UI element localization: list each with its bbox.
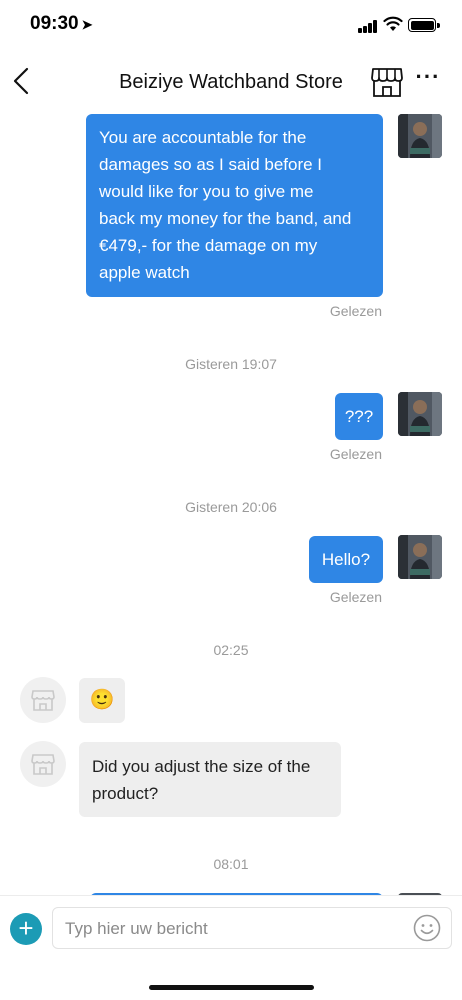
- read-status: Gelezen: [329, 446, 382, 462]
- store-icon[interactable]: [370, 66, 404, 98]
- message-line: You are accountable for the: [99, 128, 307, 147]
- store-icon: [31, 690, 55, 711]
- avatar-photo: [398, 392, 442, 436]
- add-attachment-button[interactable]: +: [10, 913, 42, 945]
- message-line: apple watch: [99, 263, 190, 282]
- message-input[interactable]: Typ hier uw bericht: [52, 907, 452, 949]
- location-arrow-icon: ➤: [81, 17, 93, 32]
- message-line: damages so as I said before I: [99, 155, 323, 174]
- message-line: product?: [92, 784, 159, 803]
- message-input-bar: + Typ hier uw bericht: [0, 895, 462, 957]
- timestamp-separator: 02:25: [213, 642, 249, 658]
- message-bubble-store[interactable]: Did you adjust the size of the product?: [79, 742, 341, 817]
- avatar[interactable]: [398, 114, 442, 158]
- store-avatar[interactable]: [20, 677, 66, 723]
- store-avatar[interactable]: [20, 741, 66, 787]
- timestamp-separator: 08:01: [213, 856, 249, 872]
- timestamp-separator: Gisteren 19:07: [185, 356, 277, 372]
- message-bubble-self[interactable]: ???: [335, 393, 383, 440]
- message-bubble-self[interactable]: You are accountable for the damages so a…: [86, 114, 383, 297]
- status-time: 09:30 ➤: [30, 13, 93, 34]
- message-input-placeholder: Typ hier uw bericht: [65, 919, 208, 938]
- message-line: Did you adjust the size of the: [92, 757, 311, 776]
- avatar[interactable]: [398, 535, 442, 579]
- battery-icon: [408, 18, 440, 32]
- timestamp-separator: Gisteren 20:06: [185, 499, 277, 515]
- message-bubble-store[interactable]: 🙂: [79, 678, 125, 723]
- home-indicator: [149, 985, 314, 990]
- message-line: would like for you to give me: [99, 182, 314, 201]
- avatar-photo: [398, 535, 442, 579]
- more-icon[interactable]: ···: [414, 66, 442, 92]
- smiley-icon[interactable]: [413, 914, 441, 942]
- status-bar: 09:30 ➤: [0, 0, 462, 50]
- store-icon: [31, 754, 55, 775]
- message-text: ???: [344, 407, 374, 426]
- wifi-icon: [383, 16, 403, 31]
- emoji: 🙂: [89, 689, 115, 711]
- message-text: Hello?: [321, 550, 371, 569]
- nav-bar: Beiziye Watchband Store ···: [0, 54, 462, 110]
- read-status: Gelezen: [329, 589, 382, 605]
- read-status: Gelezen: [329, 303, 382, 319]
- message-line: back my money for the band, and: [99, 209, 352, 228]
- message-line: €479,- for the damage on my: [99, 236, 318, 255]
- cellular-signal-icon: [358, 20, 378, 33]
- avatar-photo: [398, 114, 442, 158]
- message-bubble-self[interactable]: Hello?: [309, 536, 383, 583]
- avatar[interactable]: [398, 392, 442, 436]
